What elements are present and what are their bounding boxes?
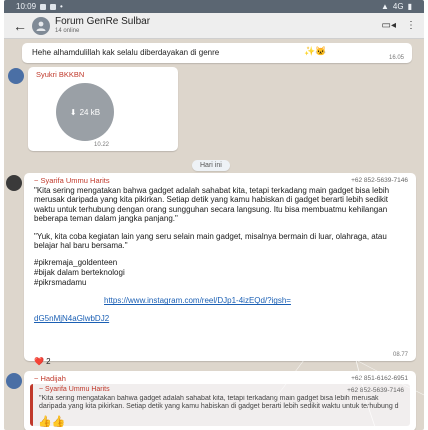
battery-icon: ▮ (407, 2, 412, 11)
message-paragraph: "Yuk, kita coba kegiatan lain yang seru … (34, 231, 387, 251)
video-call-icon[interactable]: ▭◂ (382, 20, 396, 31)
message-bubble[interactable]: ~ Syarifa Ummu Harits +62 852-5639-7146 … (24, 173, 416, 361)
notification-icon (40, 3, 47, 10)
message-emoji: ✨🐱 (304, 46, 327, 56)
message-reaction[interactable]: ❤️ 2 (34, 357, 51, 366)
download-icon: ⬇ (69, 107, 77, 117)
network-label: 4G (392, 2, 404, 11)
audio-download-button[interactable]: ⬇ 24 kB (56, 83, 114, 141)
sender-avatar[interactable] (6, 175, 22, 191)
message-sender-phone: +62 852-5639-7146 (351, 177, 408, 184)
message-sender-name: ~ Syarifa Ummu Harits (34, 176, 110, 185)
chat-area[interactable]: Hehe alhamdulillah kak selalu diberdayak… (4, 39, 424, 430)
audio-sender-name: Syukri BKKBN (36, 70, 85, 79)
date-divider: Hari ini (192, 160, 230, 171)
quoted-sender-phone: +62 852-5639-7146 (347, 387, 404, 394)
group-avatar[interactable] (32, 16, 50, 35)
group-name: Forum GenRe Sulbar (55, 16, 151, 27)
signal-icon: ▲ (381, 2, 389, 11)
chat-title-area[interactable]: Forum GenRe Sulbar 14 online (55, 16, 382, 35)
back-arrow-icon[interactable]: ← (12, 18, 28, 34)
status-time: 10:09 (16, 2, 37, 11)
reaction-count: ❤️ 2 (34, 357, 51, 366)
more-options-icon[interactable]: ⋮ (406, 20, 416, 31)
sender-avatar[interactable] (8, 68, 24, 84)
chat-header: ← Forum GenRe Sulbar 14 online ▭◂ ⋮ (4, 13, 424, 39)
message-time: 08.77 (392, 352, 408, 358)
reply-sender-phone: +62 851-6162-6951 (351, 375, 408, 382)
hashtag[interactable]: #pikrsmadamu (34, 278, 410, 288)
message-text: Hehe alhamdulillah kak selalu diberdayak… (32, 48, 220, 57)
group-status: 14 online (55, 28, 80, 34)
reply-sender-name: ~ Hadijah (34, 374, 66, 383)
quoted-sender-name: ~ Syarifa Ummu Harits (39, 386, 110, 393)
status-bar: 10:09 • ▲ 4G ▮ (4, 0, 424, 13)
message-link-continued[interactable]: dG5nMjN4aGlwbDJ2 (34, 314, 109, 323)
message-time: 16.05 (388, 55, 404, 61)
reply-message-bubble[interactable]: ~ Hadijah +62 851-6162-6951 ~ Syarifa Um… (24, 371, 416, 430)
group-icon (36, 21, 46, 31)
message-link[interactable]: https://www.instagram.com/reel/DJp1-4izE… (104, 296, 291, 305)
quoted-message[interactable]: ~ Syarifa Ummu Harits +62 852-5639-7146 … (30, 384, 410, 426)
hashtag[interactable]: #bijak dalam berteknologi (34, 268, 410, 278)
quoted-text: "Kita sering mengatakan bahwa gadget ada… (39, 395, 399, 411)
sender-avatar[interactable] (6, 373, 22, 389)
dot-icon: • (60, 2, 63, 11)
audio-message-bubble[interactable]: Syukri BKKBN ⬇ 24 kB 10.22 (28, 67, 178, 151)
hashtag[interactable]: #pikremaja_goldenteen (34, 258, 410, 268)
message-paragraph: "Kita sering mengatakan bahwa gadget ada… (34, 186, 390, 224)
audio-time: 10.22 (94, 142, 110, 148)
phone-screen: 10:09 • ▲ 4G ▮ ← Forum GenRe Sulbar 14 o… (4, 0, 424, 430)
notification-icon (50, 3, 57, 10)
reply-emoji: 👍👍 (38, 416, 66, 428)
audio-size: 24 kB (79, 107, 101, 117)
message-bubble[interactable]: Hehe alhamdulillah kak selalu diberdayak… (22, 43, 412, 63)
